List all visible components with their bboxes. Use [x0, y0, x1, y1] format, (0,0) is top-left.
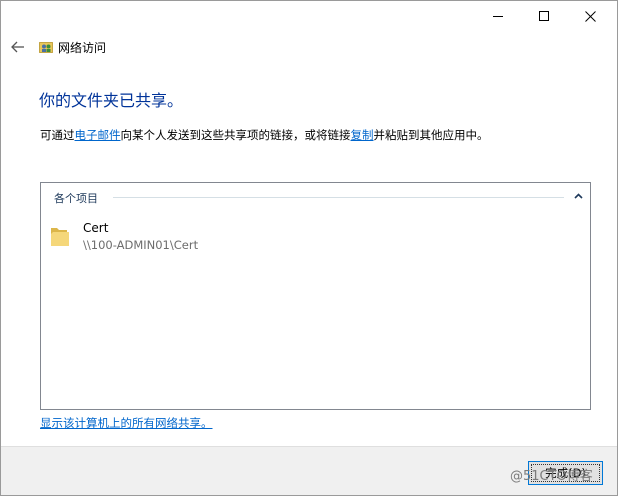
back-arrow-icon	[11, 41, 24, 53]
maximize-button[interactable]	[521, 1, 567, 31]
group-header-label: 各个项目	[54, 192, 98, 205]
instruction-prefix: 可通过	[40, 128, 75, 142]
back-button[interactable]	[5, 35, 31, 59]
network-sharing-icon	[39, 42, 53, 53]
network-access-window: 网络访问 你的文件夹已共享。 可通过电子邮件向某个人发送到这些共享项的链接，或将…	[0, 0, 618, 496]
chevron-up-icon	[573, 193, 583, 199]
close-icon	[584, 10, 596, 22]
group-collapse-button[interactable]	[572, 190, 584, 202]
window-title: 网络访问	[58, 41, 107, 55]
list-item[interactable]: Cert \\100-ADMIN01\Cert	[49, 219, 269, 255]
maximize-icon	[539, 11, 549, 21]
item-name: Cert	[83, 221, 109, 235]
minimize-button[interactable]	[475, 1, 521, 31]
minimize-icon	[493, 15, 503, 17]
instruction-suffix: 并粘贴到其他应用中。	[373, 128, 489, 142]
page-title: 你的文件夹已共享。	[39, 91, 184, 110]
instruction-middle: 向某个人发送到这些共享项的链接，或将链接	[120, 128, 351, 142]
group-header-divider	[113, 197, 564, 198]
folder-icon	[51, 228, 69, 246]
watermark: @51CTO博客	[510, 469, 593, 484]
email-link[interactable]: 电子邮件	[75, 128, 121, 142]
copy-link[interactable]: 复制	[351, 128, 374, 142]
close-button[interactable]	[567, 1, 613, 31]
show-all-shares-link[interactable]: 显示该计算机上的所有网络共享。	[40, 415, 213, 431]
share-instructions: 可通过电子邮件向某个人发送到这些共享项的链接，或将链接复制并粘贴到其他应用中。	[40, 127, 489, 143]
item-path: \\100-ADMIN01\Cert	[83, 238, 199, 252]
shared-items-list: 各个项目 Cert \\100-ADMIN01\Cert	[40, 182, 591, 410]
group-header[interactable]: 各个项目	[41, 183, 590, 209]
